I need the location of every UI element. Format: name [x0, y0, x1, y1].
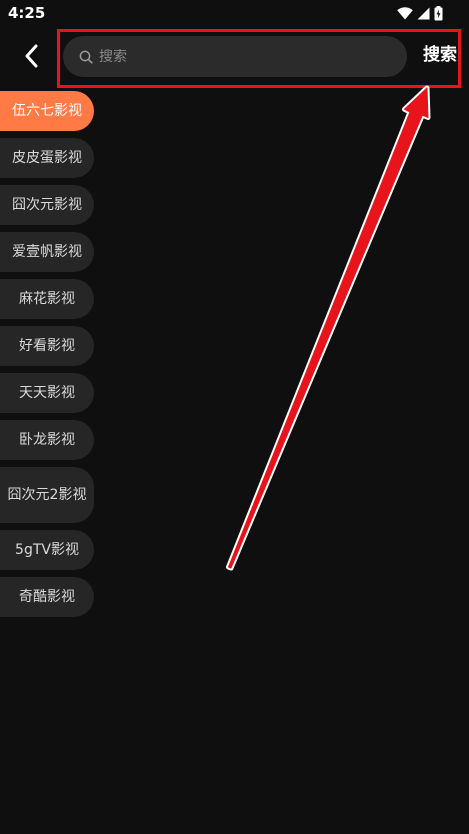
source-item-label: 囧次元影视: [12, 196, 82, 213]
source-item[interactable]: 好看影视: [0, 326, 94, 366]
source-item-label: 伍六七影视: [12, 102, 82, 119]
search-box[interactable]: [63, 36, 407, 77]
source-item[interactable]: 麻花影视: [0, 279, 94, 319]
source-item[interactable]: 伍六七影视: [0, 91, 94, 131]
status-bar: 4:25: [0, 0, 469, 26]
search-input[interactable]: [99, 48, 389, 65]
source-item[interactable]: 天天影视: [0, 373, 94, 413]
wifi-icon: [397, 6, 413, 20]
source-item-label: 爱壹帆影视: [12, 243, 82, 260]
source-item-label: 5gTV影视: [15, 541, 79, 558]
back-button[interactable]: [14, 40, 50, 76]
source-item-label: 好看影视: [19, 337, 75, 354]
source-item-label: 天天影视: [19, 384, 75, 401]
search-icon: [79, 50, 93, 64]
signal-icon: [417, 7, 430, 20]
battery-icon: [434, 5, 443, 21]
status-time: 4:25: [8, 4, 46, 22]
source-item-label: 麻花影视: [19, 290, 75, 307]
source-item-label: 卧龙影视: [19, 431, 75, 448]
chevron-left-icon: [23, 44, 41, 72]
source-item[interactable]: 囧次元2影视: [0, 467, 94, 523]
source-item[interactable]: 奇酷影视: [0, 577, 94, 617]
source-item-label: 皮皮蛋影视: [12, 149, 82, 166]
source-item-label: 囧次元2影视: [7, 486, 87, 503]
status-icons: [397, 5, 443, 21]
source-item[interactable]: 卧龙影视: [0, 420, 94, 460]
header: 搜索: [0, 28, 469, 88]
source-item[interactable]: 爱壹帆影视: [0, 232, 94, 272]
source-item[interactable]: 5gTV影视: [0, 530, 94, 570]
source-item[interactable]: 皮皮蛋影视: [0, 138, 94, 178]
source-item-label: 奇酷影视: [19, 588, 75, 605]
search-button[interactable]: 搜索: [423, 43, 457, 67]
source-item[interactable]: 囧次元影视: [0, 185, 94, 225]
